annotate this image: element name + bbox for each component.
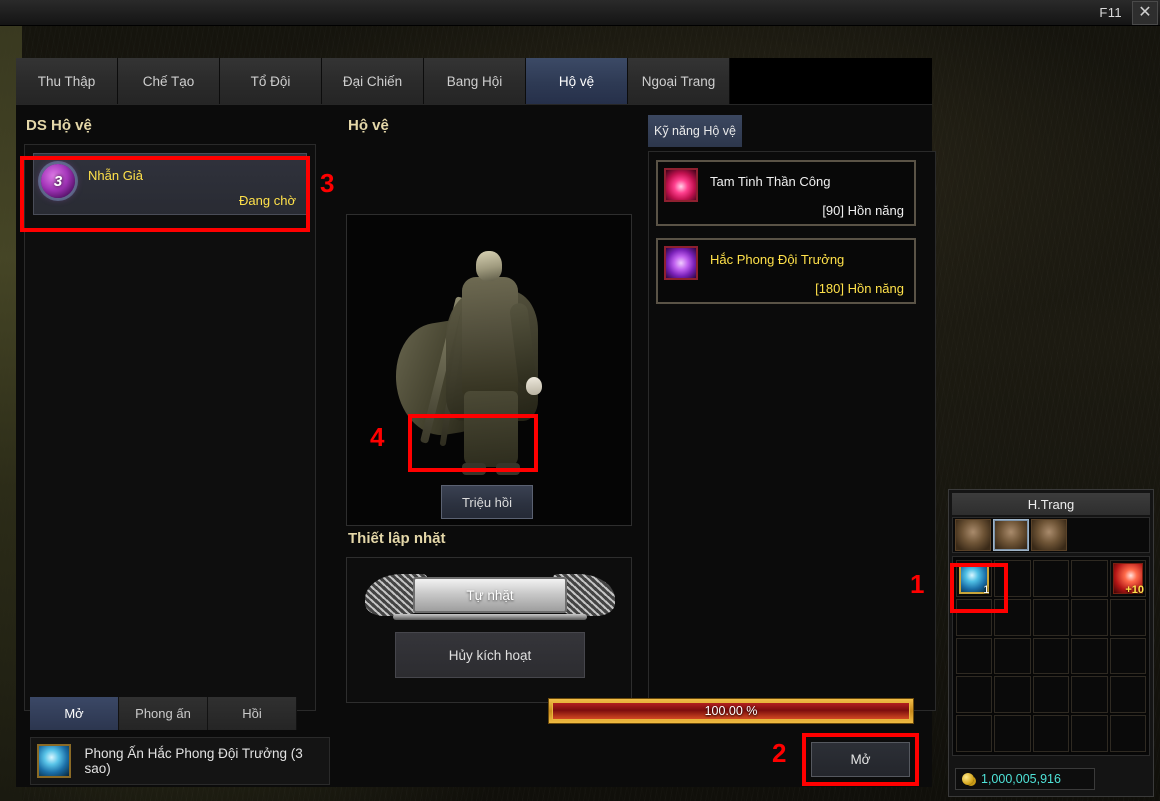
main-panel: Thu Thập Chế Tạo Tổ Đội Đại Chiến Bang H… bbox=[16, 58, 936, 787]
character-legs bbox=[464, 391, 518, 467]
inventory-slot-23[interactable] bbox=[1071, 715, 1108, 752]
guardian-character-model bbox=[387, 251, 564, 481]
item-count: 1 bbox=[983, 583, 990, 596]
annotation-number-1: 1 bbox=[910, 569, 925, 599]
tab-to-doi[interactable]: Tổ Đội bbox=[220, 58, 322, 104]
bottom-tab-hoi[interactable]: Hồi bbox=[208, 697, 297, 730]
bag-icon-2[interactable] bbox=[993, 519, 1029, 551]
guardian-list-container: 3 Nhẫn Giả Đang chờ bbox=[24, 144, 316, 711]
tab-thu-thap[interactable]: Thu Thập bbox=[16, 58, 118, 104]
panel-body: DS Hộ vệ 3 Nhẫn Giả Đang chờ Hộ vệ Triệu… bbox=[16, 104, 936, 787]
skill-cost: [90] Hồn năng bbox=[822, 203, 904, 218]
guardian-list-row[interactable]: 3 Nhẫn Giả Đang chờ bbox=[33, 153, 307, 215]
inventory-slot-17[interactable] bbox=[1032, 676, 1070, 714]
skill-cost: [180] Hồn năng bbox=[815, 281, 904, 296]
annotation-number-2: 2 bbox=[772, 738, 787, 768]
window-title-bar: F11 ✕ bbox=[0, 0, 1160, 26]
tab-guardian-skills[interactable]: Kỹ năng Hộ vệ bbox=[648, 115, 742, 147]
character-torso bbox=[462, 277, 518, 395]
skill-row-1[interactable]: Tam Tinh Thần Công [90] Hồn năng bbox=[656, 160, 916, 226]
progress-bar-label: 100.00 % bbox=[704, 704, 758, 718]
pickup-setup-box: Tự nhặt Hủy kích hoạt bbox=[346, 557, 632, 703]
hotkey-label: F11 bbox=[1099, 5, 1122, 20]
character-head bbox=[476, 251, 502, 281]
inventory-slot-1[interactable] bbox=[994, 560, 1031, 597]
selected-item-row[interactable]: Phong Ấn Hắc Phong Đội Trưởng (3 sao) bbox=[30, 737, 330, 785]
inventory-slot-12[interactable] bbox=[1032, 637, 1070, 675]
item-enhance-level: +10 bbox=[1125, 583, 1144, 596]
skill-list-container: Tam Tinh Thần Công [90] Hồn năng Hắc Pho… bbox=[648, 151, 936, 711]
inventory-slot-5[interactable] bbox=[956, 598, 993, 636]
inventory-slot-20[interactable] bbox=[956, 715, 993, 752]
tab-dai-chien[interactable]: Đại Chiến bbox=[322, 58, 424, 104]
inventory-slot-11[interactable] bbox=[994, 637, 1031, 675]
open-button[interactable]: Mở bbox=[811, 742, 910, 777]
inventory-slot-4[interactable]: +10 bbox=[1109, 560, 1146, 597]
tab-ho-ve[interactable]: Hộ vệ bbox=[526, 58, 628, 104]
inventory-slot-22[interactable] bbox=[1032, 715, 1070, 752]
inventory-slot-10[interactable] bbox=[956, 637, 993, 675]
auto-pickup-button[interactable]: Tự nhặt bbox=[365, 574, 615, 620]
tab-che-tao[interactable]: Chế Tạo bbox=[118, 58, 220, 104]
inventory-panel: H.Trang 1 +10 1,000,005,916 bbox=[948, 489, 1154, 797]
auto-pickup-label: Tự nhặt bbox=[413, 577, 567, 613]
inventory-slot-13[interactable] bbox=[1071, 637, 1108, 675]
guardian-list-heading: DS Hộ vệ bbox=[26, 117, 92, 134]
character-foot-right bbox=[496, 463, 520, 475]
tab-ngoai-trang[interactable]: Ngoại Trang bbox=[628, 58, 730, 104]
skill-name: Tam Tinh Thần Công bbox=[710, 174, 831, 189]
deactivate-button[interactable]: Hủy kích hoạt bbox=[395, 632, 585, 678]
ornament-bar bbox=[393, 614, 587, 620]
inventory-slot-16[interactable] bbox=[994, 676, 1031, 714]
inventory-slot-18[interactable] bbox=[1071, 676, 1108, 714]
inventory-slot-2[interactable] bbox=[1032, 560, 1070, 597]
skill-name: Hắc Phong Đội Trưởng bbox=[710, 252, 845, 267]
inventory-grid: 1 +10 bbox=[952, 556, 1150, 756]
blue-orb-icon bbox=[37, 744, 71, 778]
dark-skill-icon bbox=[664, 246, 698, 280]
inventory-slot-24[interactable] bbox=[1109, 715, 1146, 752]
gold-coin-icon bbox=[962, 773, 974, 785]
guardian-star-badge-icon: 3 bbox=[41, 164, 75, 198]
inventory-slot-7[interactable] bbox=[1032, 598, 1070, 636]
inventory-slot-3[interactable] bbox=[1071, 560, 1108, 597]
guardian-preview-box bbox=[346, 214, 632, 526]
progress-bar: 100.00 % bbox=[548, 698, 914, 724]
close-icon[interactable]: ✕ bbox=[1132, 0, 1158, 25]
pickup-setup-heading: Thiết lập nhặt bbox=[348, 530, 446, 547]
tab-bang-hoi[interactable]: Bang Hội bbox=[424, 58, 526, 104]
character-foot-left bbox=[462, 463, 486, 475]
bottom-tab-bar: Mở Phong ấn Hồi bbox=[30, 697, 297, 730]
gold-amount: 1,000,005,916 bbox=[981, 772, 1061, 786]
bottom-tab-mo[interactable]: Mở bbox=[30, 697, 119, 730]
inventory-slot-21[interactable] bbox=[994, 715, 1031, 752]
character-hand bbox=[526, 377, 542, 395]
inventory-bag-tabs bbox=[952, 517, 1150, 553]
fire-skill-icon bbox=[664, 168, 698, 202]
inventory-slot-0[interactable]: 1 bbox=[956, 560, 993, 597]
bag-icon-3[interactable] bbox=[1031, 519, 1067, 551]
annotation-number-4: 4 bbox=[370, 422, 385, 452]
summon-button[interactable]: Triệu hồi bbox=[441, 485, 533, 519]
inventory-slot-14[interactable] bbox=[1109, 637, 1146, 675]
skill-row-2[interactable]: Hắc Phong Đội Trưởng [180] Hồn năng bbox=[656, 238, 916, 304]
gold-display: 1,000,005,916 bbox=[955, 768, 1095, 790]
bottom-tab-phong-an[interactable]: Phong ấn bbox=[119, 697, 208, 730]
guardian-preview-heading: Hộ vệ bbox=[348, 117, 389, 134]
guardian-status: Đang chờ bbox=[239, 193, 296, 208]
annotation-number-3: 3 bbox=[320, 168, 335, 198]
top-tab-bar: Thu Thập Chế Tạo Tổ Đội Đại Chiến Bang H… bbox=[16, 58, 730, 104]
inventory-slot-6[interactable] bbox=[994, 598, 1031, 636]
inventory-slot-19[interactable] bbox=[1109, 676, 1146, 714]
inventory-title: H.Trang bbox=[952, 493, 1150, 515]
inventory-slot-9[interactable] bbox=[1109, 598, 1146, 636]
progress-bar-fill: 100.00 % bbox=[552, 702, 910, 720]
inventory-slot-8[interactable] bbox=[1071, 598, 1108, 636]
inventory-slot-15[interactable] bbox=[956, 676, 993, 714]
guardian-name: Nhẫn Giả bbox=[88, 168, 143, 183]
selected-item-name: Phong Ấn Hắc Phong Đội Trưởng (3 sao) bbox=[84, 746, 303, 776]
bag-icon-1[interactable] bbox=[955, 519, 991, 551]
